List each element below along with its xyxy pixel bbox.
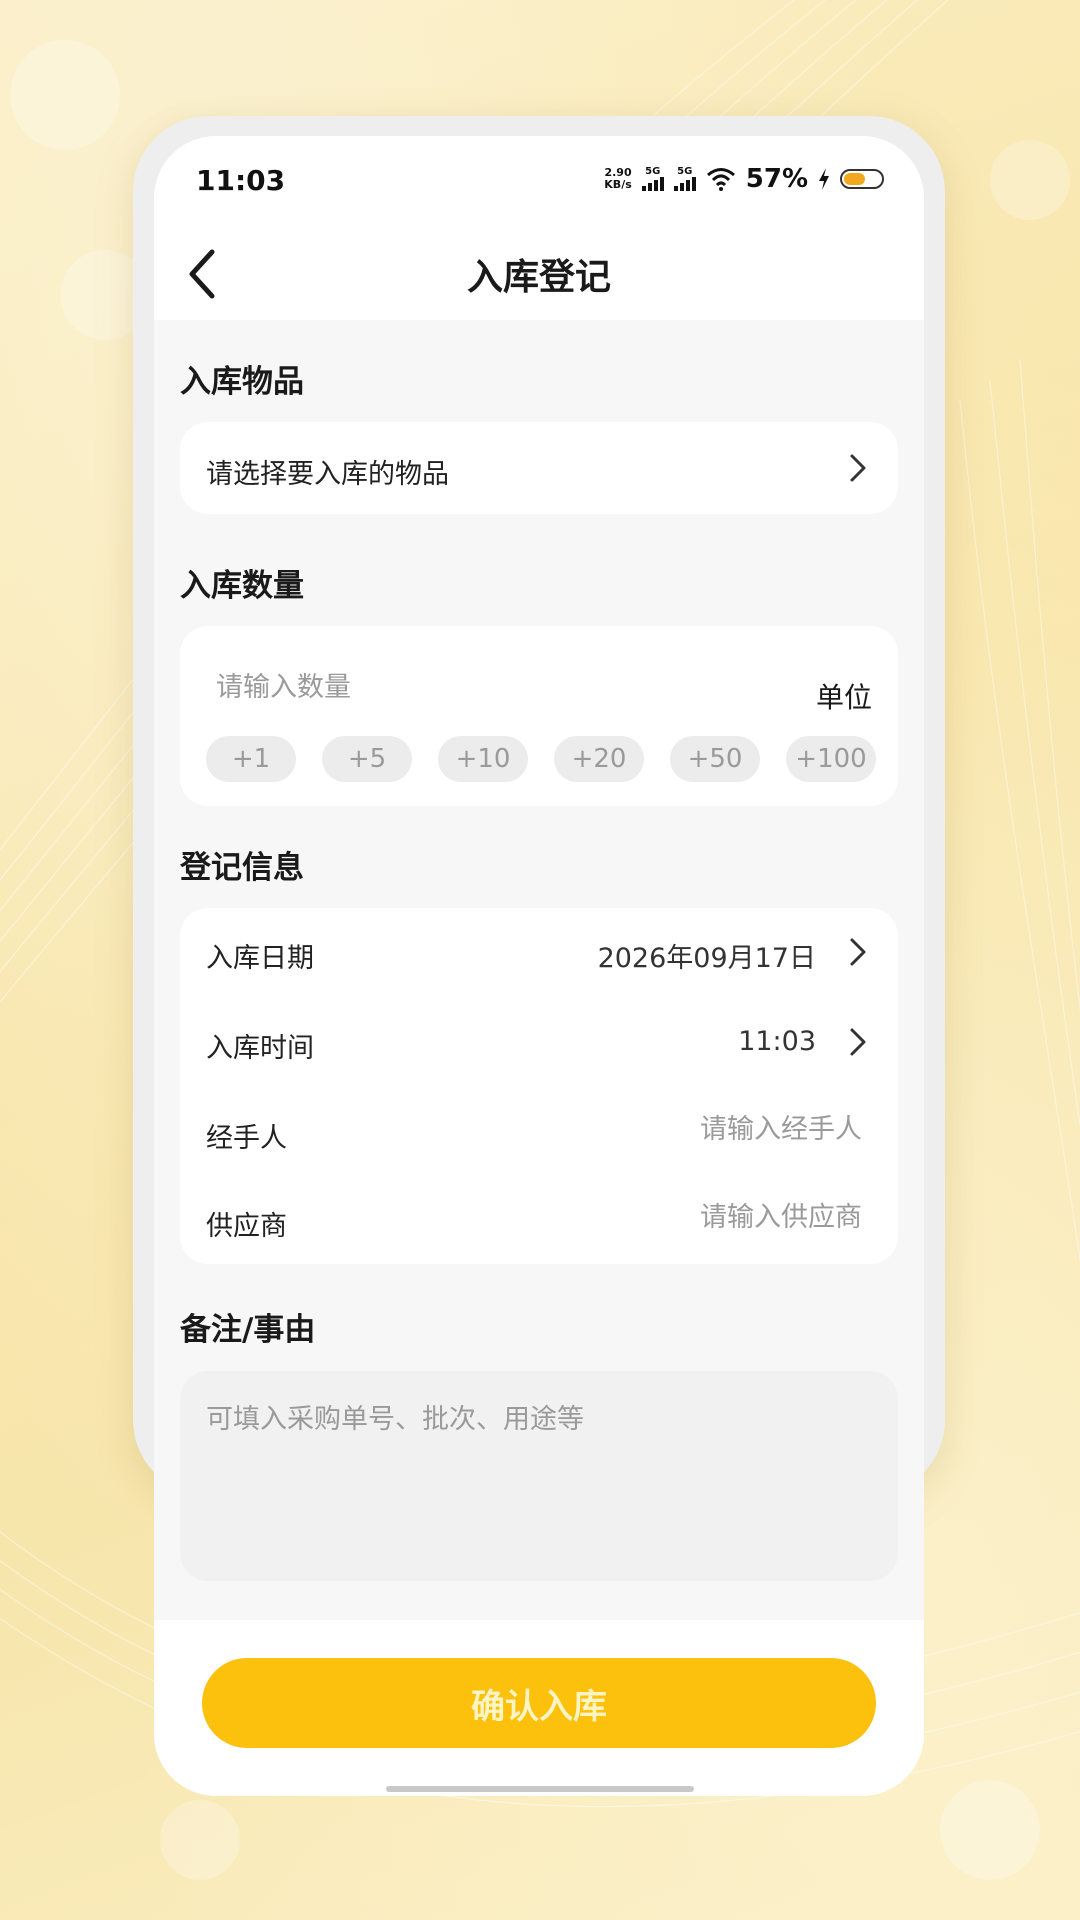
confirm-button[interactable]: 确认入库 bbox=[202, 1658, 876, 1748]
date-value: 2026年09月17日 bbox=[597, 943, 816, 974]
quick-add-5-button[interactable]: +5 bbox=[322, 736, 412, 782]
phone-screen: 11:03 2.90 KB/s 5G 5G 57% 入库登记 入库物品 请选择要… bbox=[154, 136, 924, 1796]
supplier-input[interactable] bbox=[562, 1202, 862, 1233]
quick-add-1-button[interactable]: +1 bbox=[206, 736, 296, 782]
remark-card bbox=[180, 1371, 898, 1581]
time-value: 11:03 bbox=[738, 1026, 816, 1057]
bokeh bbox=[160, 1800, 240, 1880]
date-label: 入库日期 bbox=[206, 943, 314, 974]
remark-textarea[interactable] bbox=[206, 1397, 866, 1557]
info-section-title: 登记信息 bbox=[180, 850, 304, 886]
item-section-title: 入库物品 bbox=[180, 364, 304, 400]
quantity-card: 单位 +1 +5 +10 +20 +50 +100 bbox=[180, 626, 898, 806]
top-bar: 11:03 2.90 KB/s 5G 5G 57% 入库登记 bbox=[154, 136, 924, 320]
supplier-row: 供应商 bbox=[180, 1176, 898, 1264]
page-title: 入库登记 bbox=[466, 257, 611, 298]
quick-add-50-button[interactable]: +50 bbox=[670, 736, 760, 782]
battery-icon bbox=[840, 169, 884, 189]
bottom-bar: 确认入库 bbox=[154, 1620, 924, 1796]
home-indicator[interactable] bbox=[386, 1786, 694, 1792]
info-card: 入库日期 2026年09月17日 入库时间 11:03 经手人 供应商 bbox=[180, 908, 898, 1264]
chevron-right-icon bbox=[850, 1028, 866, 1056]
handler-input[interactable] bbox=[562, 1114, 862, 1145]
date-row[interactable]: 入库日期 2026年09月17日 bbox=[180, 908, 898, 996]
quick-add-10-button[interactable]: +10 bbox=[438, 736, 528, 782]
bokeh bbox=[10, 40, 120, 150]
battery-percent: 57% bbox=[745, 164, 808, 194]
item-picker-label: 请选择要入库的物品 bbox=[206, 459, 449, 490]
quantity-input[interactable] bbox=[216, 672, 716, 703]
status-time: 11:03 bbox=[196, 164, 286, 197]
supplier-label: 供应商 bbox=[206, 1211, 287, 1242]
status-icons: 2.90 KB/s 5G 5G 57% bbox=[604, 164, 884, 194]
handler-label: 经手人 bbox=[206, 1123, 287, 1154]
net-speed: 2.90 KB/s bbox=[604, 166, 632, 191]
item-picker[interactable]: 请选择要入库的物品 bbox=[180, 422, 898, 514]
bokeh bbox=[940, 1780, 1040, 1880]
time-label: 入库时间 bbox=[206, 1033, 314, 1064]
charging-icon bbox=[819, 168, 829, 190]
signal-icon: 5G bbox=[641, 167, 664, 191]
remark-section-title: 备注/事由 bbox=[180, 1312, 316, 1348]
unit-selector[interactable]: 单位 bbox=[816, 676, 872, 716]
handler-row: 经手人 bbox=[180, 1088, 898, 1176]
battery-fill bbox=[844, 173, 865, 185]
quick-add-100-button[interactable]: +100 bbox=[786, 736, 876, 782]
chevron-right-icon bbox=[850, 454, 866, 482]
bokeh bbox=[990, 140, 1070, 220]
quick-add-chips: +1 +5 +10 +20 +50 +100 bbox=[206, 736, 876, 782]
chevron-right-icon bbox=[850, 938, 866, 966]
quick-add-20-button[interactable]: +20 bbox=[554, 736, 644, 782]
time-row[interactable]: 入库时间 11:03 bbox=[180, 998, 898, 1086]
quantity-section-title: 入库数量 bbox=[180, 568, 304, 604]
signal-icon: 5G bbox=[673, 167, 696, 191]
wifi-icon bbox=[706, 168, 735, 191]
